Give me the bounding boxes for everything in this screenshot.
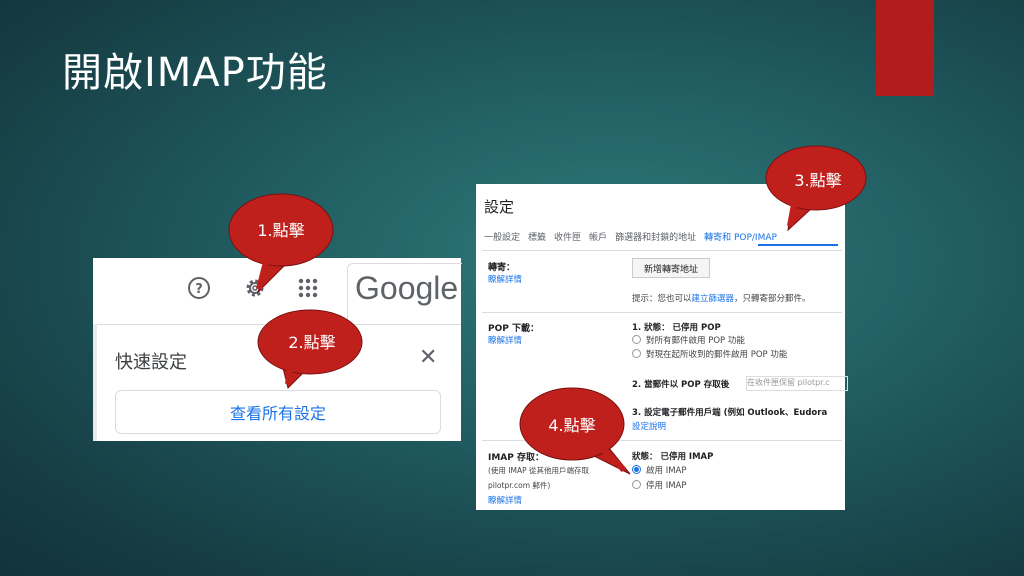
forward-hint: 提示：您也可以建立篩選器，只轉寄部分郵件。 [632, 294, 811, 304]
callout-label-1: 1.點擊 [257, 221, 304, 240]
tab-inbox[interactable]: 收件匣 [554, 233, 581, 243]
accent-bar [876, 0, 934, 96]
imap-desc: pilotpr.com 郵件) [488, 481, 551, 490]
callout-bubble-2: 2.點擊 [257, 309, 363, 389]
create-filter-link[interactable]: 建立篩選器 [692, 294, 735, 304]
quick-settings-title: 快速設定 [115, 352, 187, 373]
google-logo: Google [355, 270, 459, 306]
callout-label-4: 4.點擊 [548, 416, 595, 435]
tab-filters[interactable]: 篩選器和封鎖的地址 [615, 233, 696, 243]
forward-label: 轉寄： [488, 263, 516, 273]
divider [93, 324, 97, 441]
help-icon[interactable]: ? [187, 276, 211, 307]
settings-title: 設定 [484, 198, 515, 216]
pop-learn-link[interactable]: 瞭解詳情 [488, 334, 522, 346]
view-all-settings-button[interactable]: 查看所有設定 [115, 390, 441, 434]
imap-disable-option[interactable]: 停用 IMAP [632, 479, 686, 491]
add-forward-address-button[interactable]: 新增轉寄地址 [632, 258, 710, 278]
setup-instructions-link[interactable]: 設定說明 [632, 420, 666, 432]
divider [482, 250, 842, 251]
imap-enable-option[interactable]: 啟用 IMAP [632, 464, 686, 476]
callout-bubble-1: 1.點擊 [228, 193, 334, 294]
tab-accounts[interactable]: 帳戶 [589, 233, 607, 243]
pop-option-all[interactable]: 對所有郵件啟用 POP 功能 [632, 334, 745, 346]
callout-label-2: 2.點擊 [288, 333, 335, 352]
callout-bubble-3: 3.點擊 [765, 145, 867, 232]
settings-tabs: 一般設定 標籤 收件匣 帳戶 篩選器和封鎖的地址 轉寄和 POP/IMAP [484, 230, 785, 243]
divider [482, 312, 842, 313]
imap-status: 狀態： 已停用 IMAP [632, 452, 714, 462]
tab-general[interactable]: 一般設定 [484, 233, 520, 243]
pop-label: POP 下載： [488, 324, 539, 334]
slide-title: 開啟IMAP功能 [62, 50, 328, 96]
pop-action-select[interactable]: 在收件匣保留 pilotpr.c [746, 376, 848, 391]
tab-labels[interactable]: 標籤 [528, 233, 546, 243]
forward-learn-link[interactable]: 瞭解詳情 [488, 273, 522, 285]
callout-bubble-4: 4.點擊 [519, 387, 631, 475]
callout-label-3: 3.點擊 [794, 171, 841, 190]
imap-learn-link[interactable]: 瞭解詳情 [488, 494, 522, 506]
radio-icon[interactable] [632, 349, 641, 358]
pop-step3: 3. 設定電子郵件用戶端 (例如 Outlook、Eudora [632, 408, 828, 418]
svg-text:?: ? [195, 282, 203, 297]
radio-icon[interactable] [632, 335, 641, 344]
pop-option-new[interactable]: 對現在起所收到的郵件啟用 POP 功能 [632, 348, 787, 360]
tab-forwarding-pop-imap[interactable]: 轉寄和 POP/IMAP [704, 233, 777, 243]
radio-selected-icon[interactable] [632, 465, 641, 474]
pop-status: 1. 狀態： 已停用 POP [632, 323, 721, 333]
close-icon[interactable]: ✕ [419, 344, 437, 370]
radio-icon[interactable] [632, 480, 641, 489]
active-tab-indicator [758, 244, 838, 246]
pop-step2: 2. 當郵件以 POP 存取後 [632, 380, 730, 390]
